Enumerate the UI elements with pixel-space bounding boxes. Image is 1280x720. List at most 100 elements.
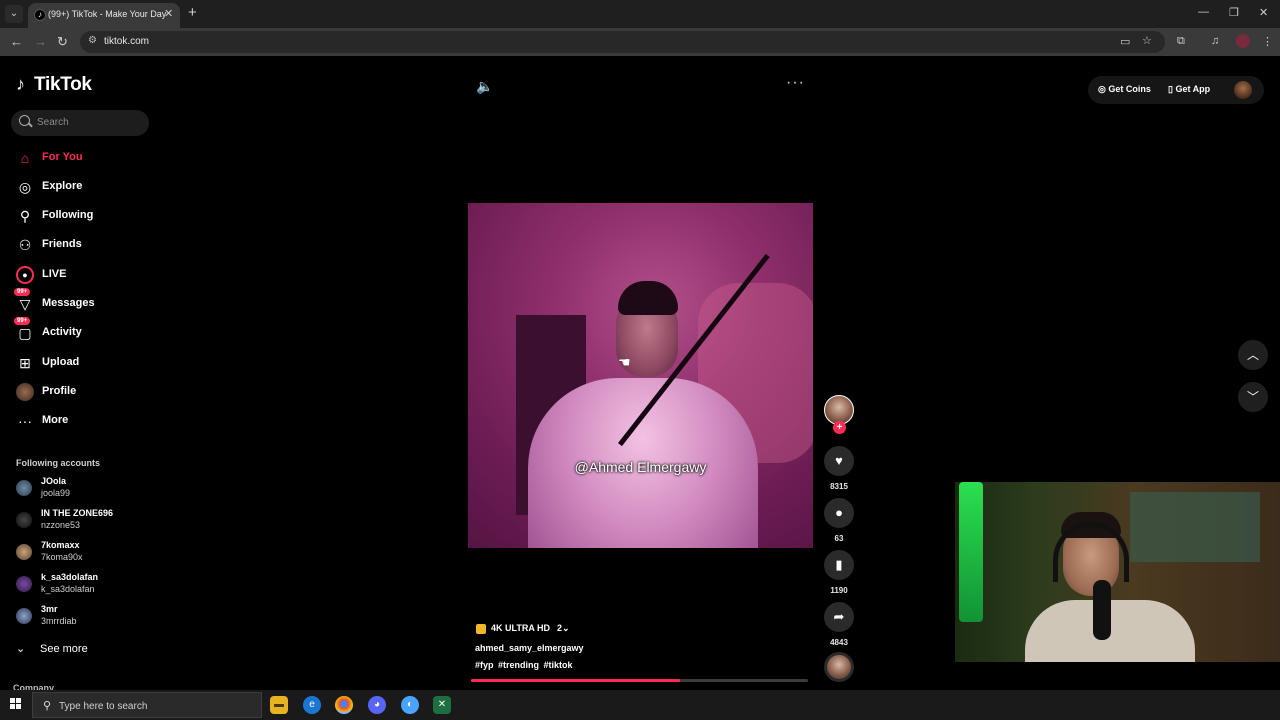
account-name: JOola — [41, 476, 67, 486]
nav-item-live[interactable]: ● LIVE — [11, 262, 149, 288]
save-count: 1190 — [830, 586, 848, 595]
account-name: k_sa3dolafan — [41, 572, 99, 582]
account-name: 3mr — [41, 604, 58, 614]
chevron-down-icon: ﹀ — [1246, 390, 1259, 404]
messages-badge: 99+ — [14, 288, 31, 296]
heart-icon: ♥ — [835, 453, 843, 468]
nav-item-messages[interactable]: ▽ 99+ Messages — [11, 288, 149, 317]
like-count: 8315 — [830, 482, 848, 491]
music-disc-avatar[interactable] — [824, 652, 854, 682]
get-coins-label: Get Coins — [1108, 84, 1151, 94]
extensions-icon[interactable]: ⧉ — [1177, 35, 1185, 48]
address-bar[interactable]: ⚙ tiktok.com ▭ ☆ — [80, 31, 1165, 53]
nav-item-upload[interactable]: ⊞ Upload — [11, 350, 149, 376]
media-controls-icon[interactable]: ♫ — [1211, 35, 1219, 47]
following-account[interactable]: JOola joola99 — [14, 475, 154, 503]
video-player[interactable]: @Ahmed Elmergawy — [468, 203, 813, 548]
app-icon[interactable]: ◐ — [401, 696, 419, 714]
nav-label-upload: Upload — [42, 356, 80, 368]
new-tab-button[interactable]: + — [188, 4, 197, 21]
browser-menu-icon[interactable]: ⋮ — [1262, 35, 1273, 48]
get-coins-button[interactable]: ◎ Get Coins — [1098, 84, 1151, 95]
video-overlay-caption: @Ahmed Elmergawy — [574, 459, 707, 475]
following-account[interactable]: IN THE ZONE696 nzzone53 — [14, 507, 154, 535]
taskbar-search-input[interactable]: ⚲ Type here to search — [32, 692, 262, 718]
search-input[interactable]: Search — [11, 110, 149, 136]
messages-icon: ▽ — [19, 296, 31, 312]
video-hashtags[interactable]: #fyp #trending #tiktok — [475, 660, 573, 670]
site-info-icon[interactable]: ⚙ — [88, 35, 97, 46]
get-app-label: Get App — [1175, 84, 1211, 94]
follow-plus-icon[interactable]: + — [833, 421, 846, 434]
activity-badge: 99+ — [14, 317, 31, 325]
like-button[interactable]: ♥ — [824, 446, 854, 476]
browser-tab[interactable]: ♪ (99+) TikTok - Make Your Day ✕ — [28, 3, 180, 28]
reload-icon[interactable]: ↻ — [57, 34, 68, 50]
save-button[interactable]: ▮ — [824, 550, 854, 580]
share-button[interactable]: ➦ — [824, 602, 854, 632]
url-text: tiktok.com — [104, 36, 150, 47]
ellipsis-icon[interactable]: ··· — [786, 74, 805, 92]
video-progress-bar[interactable] — [471, 679, 808, 682]
comment-button[interactable]: ● — [824, 498, 854, 528]
following-account[interactable]: 3mr 3mrrdiab — [14, 603, 154, 631]
account-handle: joola99 — [41, 488, 71, 498]
avatar — [16, 544, 32, 560]
forward-icon[interactable]: → — [34, 34, 47, 49]
nav-item-profile[interactable]: Profile — [11, 379, 149, 405]
following-account[interactable]: k_sa3dolafan k_sa3dolafan — [14, 571, 154, 599]
see-more-button[interactable]: ⌄ See more — [16, 642, 88, 655]
windows-taskbar: ⚲ Type here to search ▬ e ◕ ◐ ✕ — [0, 690, 1280, 720]
nav-label-activity: Activity — [42, 326, 82, 338]
windows-start-icon[interactable] — [10, 698, 22, 710]
search-icon: ⚲ — [43, 700, 52, 712]
comment-icon: ● — [835, 505, 843, 520]
nav-label-live: LIVE — [42, 268, 67, 280]
bookmark-star-icon[interactable]: ☆ — [1142, 34, 1152, 47]
back-icon[interactable]: ← — [10, 34, 23, 49]
browser-toolbar: ← → ↻ ⚙ tiktok.com ▭ ☆ ⧉ ♫ ⋮ — [0, 28, 1280, 56]
get-app-button[interactable]: ▯ Get App — [1168, 84, 1210, 95]
window-close-icon[interactable]: ✕ — [1259, 6, 1268, 19]
next-video-button[interactable]: ﹀ — [1238, 382, 1268, 412]
nav-item-following[interactable]: ⚲ Following — [11, 203, 149, 229]
nav-label-for-you: For You — [42, 151, 83, 163]
avatar — [16, 576, 32, 592]
profile-icon — [16, 383, 34, 401]
chrome-icon[interactable] — [335, 696, 353, 714]
edge-icon[interactable]: e — [303, 696, 321, 714]
minimize-icon[interactable]: — — [1198, 6, 1209, 18]
video-author[interactable]: ahmed_samy_elmergawy — [475, 643, 584, 653]
restore-icon[interactable]: ❐ — [1229, 6, 1239, 19]
nav-item-for-you[interactable]: ⌂ For You — [11, 145, 149, 171]
activity-icon: ▢ — [18, 325, 32, 341]
nav-item-more[interactable]: ··· More — [11, 408, 149, 434]
coin-icon: ◎ — [1098, 84, 1109, 94]
excel-icon[interactable]: ✕ — [433, 696, 451, 714]
file-explorer-icon[interactable]: ▬ — [270, 696, 288, 714]
account-handle: 3mrrdiab — [41, 616, 77, 626]
video-progress-fill — [471, 679, 680, 682]
tab-search-button[interactable]: ⌄ — [5, 5, 23, 23]
install-app-icon[interactable]: ▭ — [1120, 35, 1130, 48]
taskbar-search-placeholder: Type here to search — [59, 701, 148, 712]
webcam-microphone — [1093, 580, 1111, 640]
share-count: 4843 — [830, 638, 848, 647]
tab-close-icon[interactable]: ✕ — [164, 7, 173, 20]
avatar — [16, 512, 32, 528]
following-account[interactable]: 7komaxx 7koma90x — [14, 539, 154, 567]
quality-selector[interactable]: 4K ULTRA HD 2⌄ — [476, 623, 570, 634]
nav-item-explore[interactable]: ◎ Explore — [11, 174, 149, 200]
discord-icon[interactable]: ◕ — [368, 696, 386, 714]
tiktok-logo[interactable]: ♪ TikTok — [16, 74, 92, 96]
account-handle: 7koma90x — [41, 552, 83, 562]
avatar[interactable] — [1234, 81, 1252, 99]
browser-profile-avatar[interactable] — [1236, 34, 1250, 48]
upload-icon: ⊞ — [19, 355, 31, 371]
following-accounts-title: Following accounts — [16, 458, 101, 468]
volume-icon[interactable]: 🔈 — [476, 78, 493, 95]
nav-item-friends[interactable]: ⚇ Friends — [11, 232, 149, 258]
nav-item-activity[interactable]: ▢ 99+ Activity — [11, 317, 149, 346]
search-icon — [19, 115, 30, 126]
previous-video-button[interactable]: ︿ — [1238, 340, 1268, 370]
